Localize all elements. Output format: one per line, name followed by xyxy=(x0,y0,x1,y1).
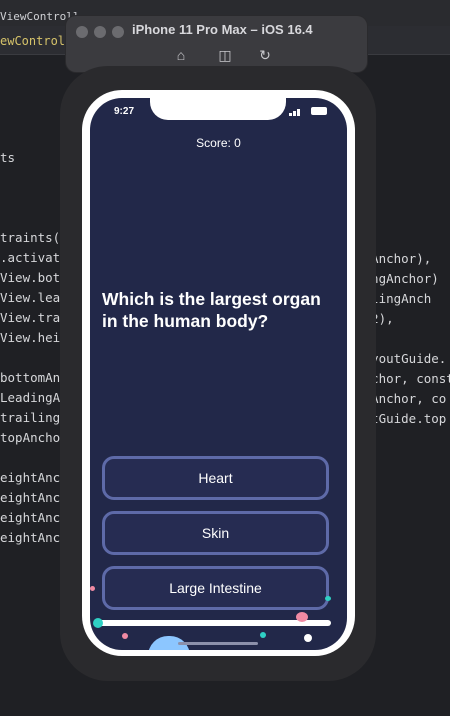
answer-button-2[interactable]: Skin xyxy=(102,511,329,555)
signal-bar xyxy=(293,111,296,116)
home-indicator[interactable] xyxy=(178,642,258,645)
editor-breadcrumb[interactable]: ewControl xyxy=(0,34,65,48)
score-label: Score: 0 xyxy=(196,136,241,150)
answer-button-3[interactable]: Large Intestine xyxy=(102,566,329,610)
minimize-window-icon[interactable] xyxy=(94,26,106,38)
simulator-window-titlebar: iPhone 11 Pro Max – iOS 16.4 ⌂ ◫ ↻ xyxy=(66,16,367,72)
confetti-dot xyxy=(90,586,95,591)
signal-bar xyxy=(297,109,300,116)
signal-bar xyxy=(289,113,292,116)
confetti-dot xyxy=(260,632,266,638)
answer-button-1[interactable]: Heart xyxy=(102,456,329,500)
confetti-dot xyxy=(93,618,103,628)
status-time: 9:27 xyxy=(114,106,135,117)
battery-icon xyxy=(311,107,327,115)
zoom-window-icon[interactable] xyxy=(112,26,124,38)
close-window-icon[interactable] xyxy=(76,26,88,38)
status-icons xyxy=(289,107,327,116)
confetti-dot xyxy=(122,633,128,639)
rotate-icon[interactable]: ↻ xyxy=(256,46,274,64)
screenshot-icon[interactable]: ◫ xyxy=(216,46,234,64)
simulator-title: iPhone 11 Pro Max – iOS 16.4 xyxy=(132,22,313,37)
confetti-dot xyxy=(296,612,308,622)
confetti-dot xyxy=(325,596,331,601)
home-icon[interactable]: ⌂ xyxy=(172,46,190,64)
progress-bar xyxy=(97,620,331,626)
phone-screen: 9:27 Score: 0 Which is the largest organ… xyxy=(90,98,347,650)
notch xyxy=(150,98,286,120)
question-text: Which is the largest organ in the human … xyxy=(102,289,321,331)
confetti-dot xyxy=(304,634,312,642)
